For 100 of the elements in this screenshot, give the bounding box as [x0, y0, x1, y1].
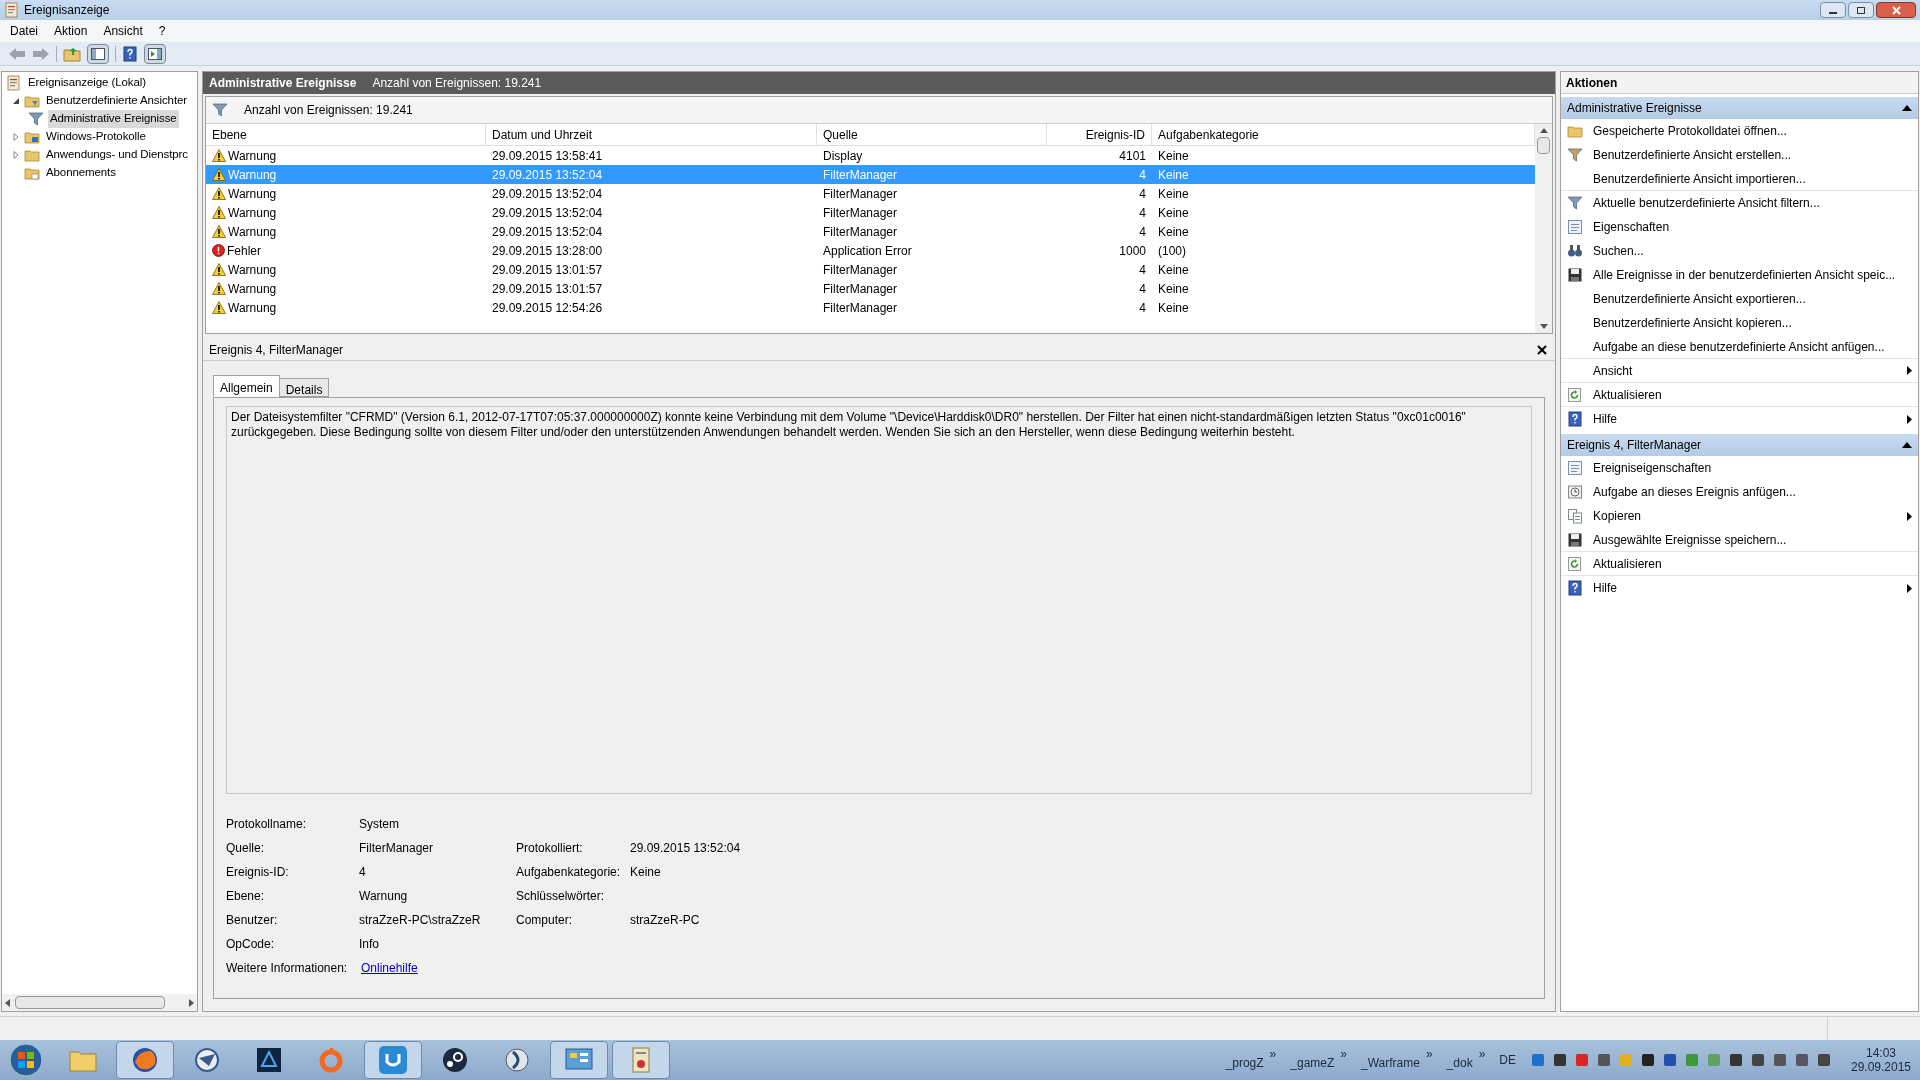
menu-item[interactable]: Datei	[4, 22, 44, 40]
table-row[interactable]: Warnung 29.09.2015 12:54:26 FilterManager 4 Keine	[206, 298, 1535, 317]
table-cell-text: FilterManager	[822, 280, 899, 298]
column-header[interactable]: Ereignis-ID	[1047, 124, 1152, 145]
toolbar-chevron[interactable]: »	[1340, 1048, 1347, 1060]
toolbar-chevron[interactable]: »	[1269, 1048, 1277, 1060]
error-icon	[212, 244, 225, 257]
column-header[interactable]: Quelle	[817, 124, 1047, 145]
menu-item[interactable]: Aktion	[48, 22, 94, 40]
action-item[interactable]: Eigenschaften	[1593, 218, 1670, 236]
field-label: Benutzer:	[226, 912, 279, 929]
action-item[interactable]: Gespeicherte Protokolldatei öffnen...	[1593, 122, 1787, 140]
clock[interactable]: 14:03 29.09.2015	[1846, 1046, 1916, 1074]
tab[interactable]: Allgemein	[213, 375, 280, 397]
minimize-button[interactable]	[1820, 2, 1846, 18]
toolbar-label[interactable]: _dok	[1446, 1048, 1473, 1072]
toolbar-label[interactable]: _Warframe	[1361, 1048, 1420, 1072]
action-item[interactable]: Ereigniseigenschaften	[1593, 459, 1712, 477]
action-item[interactable]: Aktuelle benutzerdefinierte Ansicht filtern...	[1593, 194, 1820, 212]
toolbar-chevron[interactable]: »	[1478, 1048, 1486, 1060]
table-row[interactable]: Warnung 29.09.2015 13:01:57 FilterManager 4 Keine	[206, 279, 1535, 298]
warning-icon	[212, 206, 226, 219]
maximize-button[interactable]	[1848, 2, 1874, 18]
tray-icon[interactable]	[1750, 1052, 1766, 1068]
field-label: Quelle:	[226, 840, 266, 857]
tray-icon[interactable]	[1640, 1052, 1656, 1068]
close-button[interactable]	[1876, 2, 1916, 18]
close-button[interactable]	[1535, 342, 1549, 357]
section-header[interactable]: Ereignis 4, FilterManager	[1561, 434, 1918, 456]
toolbar-chevron[interactable]: »	[1425, 1048, 1433, 1060]
close-icon	[1537, 344, 1547, 355]
collapse-icon[interactable]	[1902, 105, 1912, 111]
column-header[interactable]: Ebene	[206, 124, 486, 145]
tray-icon[interactable]	[1794, 1052, 1810, 1068]
action-item[interactable]: Hilfe	[1593, 579, 1617, 597]
tray-icon[interactable]	[1552, 1052, 1568, 1068]
help-link[interactable]: Onlinehilfe	[361, 959, 418, 977]
action-item[interactable]: Hilfe	[1593, 410, 1617, 428]
warning-icon	[212, 282, 226, 295]
scroll-left-icon[interactable]	[5, 998, 11, 1007]
field-value: Keine	[630, 864, 661, 881]
action-item[interactable]: Alle Ereignisse in der benutzerdefinierten Ansicht speic...	[1593, 266, 1896, 284]
table-cell-text: 29.09.2015 13:52:04	[491, 223, 604, 241]
tree-item[interactable]: Ereignisanzeige (Lokal)	[26, 74, 148, 92]
tray-icon[interactable]	[1816, 1052, 1832, 1068]
action-item[interactable]: Aufgabe an diese benutzerdefinierte Ansicht anfügen...	[1593, 337, 1885, 356]
folder-up-icon[interactable]	[63, 45, 81, 62]
table-cell-text: Warnung	[228, 299, 277, 317]
menu-item[interactable]: ?	[152, 22, 172, 40]
action-item[interactable]: Suchen...	[1593, 242, 1644, 260]
table-cell-text: 4	[1138, 185, 1147, 203]
table-row[interactable]: Fehler 29.09.2015 13:28:00 Application Error 1000 (100)	[206, 241, 1535, 260]
scroll-down-icon[interactable]	[1539, 324, 1548, 329]
table-row[interactable]: Warnung 29.09.2015 13:58:41 Display 4101 Keine	[206, 146, 1535, 165]
table-cell-text: Keine	[1157, 299, 1190, 317]
tray-icon[interactable]	[1596, 1052, 1612, 1068]
scroll-thumb[interactable]	[15, 996, 165, 1009]
scroll-thumb[interactable]	[1537, 137, 1550, 154]
action-item[interactable]: Benutzerdefinierte Ansicht exportieren...	[1593, 290, 1806, 308]
action-pane-button[interactable]	[144, 43, 166, 64]
tray-icon[interactable]	[1728, 1052, 1744, 1068]
section-header[interactable]: Administrative Ereignisse	[1561, 97, 1918, 119]
table-cell-text: 4	[1138, 223, 1147, 241]
console-tree-button[interactable]	[87, 43, 109, 64]
table-row[interactable]: Warnung 29.09.2015 13:01:57 FilterManager 4 Keine	[206, 260, 1535, 279]
tray-icon[interactable]	[1662, 1052, 1678, 1068]
warning-icon	[212, 168, 226, 181]
field-label: Computer:	[516, 912, 574, 929]
table-cell-text: Warnung	[228, 185, 277, 203]
action-item[interactable]: Benutzerdefinierte Ansicht erstellen...	[1593, 146, 1792, 164]
action-item[interactable]: Kopieren	[1593, 507, 1642, 525]
table-row[interactable]: Warnung 29.09.2015 13:52:04 FilterManager 4 Keine	[206, 184, 1535, 203]
tree-item[interactable]: Administrative Ereignisse	[48, 110, 179, 128]
horizontal-scrollbar[interactable]	[2, 994, 197, 1011]
menu-item[interactable]: Ansicht	[97, 22, 149, 40]
tree-item[interactable]: Windows-Protokolle	[44, 128, 148, 146]
toolbar-label[interactable]: _progZ	[1225, 1048, 1264, 1072]
scroll-up-icon[interactable]	[1539, 128, 1548, 133]
tray-icon[interactable]	[1772, 1052, 1788, 1068]
action-item[interactable]: Ausgewählte Ereignisse speichern...	[1593, 530, 1787, 549]
vertical-scrollbar[interactable]	[1535, 124, 1552, 333]
tree-item[interactable]: Anwendungs- und Dienstprc	[44, 146, 190, 164]
table-cell-text: Keine	[1157, 280, 1190, 298]
tree-item[interactable]: Benutzerdefinierte Ansichter	[44, 92, 190, 110]
tree-item[interactable]: Abonnements	[44, 164, 118, 182]
column-header[interactable]: Datum und Uhrzeit	[486, 124, 817, 145]
action-item[interactable]: Aktualisieren	[1593, 554, 1662, 573]
language-indicator[interactable]: DE	[1499, 1051, 1516, 1069]
action-item[interactable]: Aufgabe an dieses Ereignis anfügen...	[1593, 483, 1796, 501]
table-row[interactable]: Warnung 29.09.2015 13:52:04 FilterManager 4 Keine	[206, 203, 1535, 222]
action-item[interactable]: Aktualisieren	[1593, 385, 1662, 404]
action-item[interactable]: Benutzerdefinierte Ansicht importieren...	[1593, 169, 1806, 188]
collapse-icon[interactable]	[1902, 442, 1912, 448]
action-item[interactable]: Benutzerdefinierte Ansicht kopieren...	[1593, 314, 1792, 332]
toolbar-label[interactable]: _gameZ	[1290, 1048, 1335, 1072]
binoculars-icon	[1567, 243, 1583, 259]
scroll-right-icon[interactable]	[188, 998, 194, 1007]
action-item[interactable]: Ansicht	[1593, 361, 1633, 380]
table-row[interactable]: Warnung 29.09.2015 13:52:04 FilterManager 4 Keine	[206, 222, 1535, 241]
tab[interactable]: Details	[278, 378, 330, 397]
